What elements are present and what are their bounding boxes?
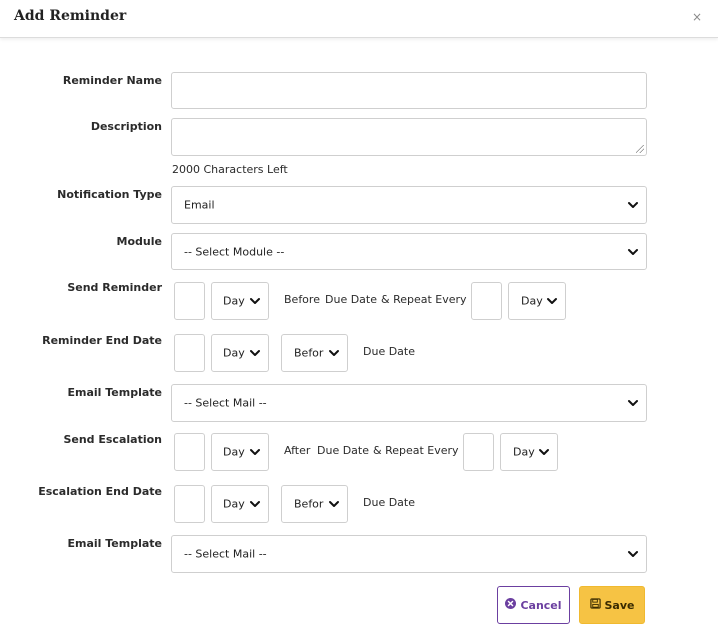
send-escalation-repeat-unit-select[interactable]: Day — [500, 433, 558, 471]
due-date-text: Due Date — [363, 496, 415, 509]
resize-grip-icon[interactable] — [636, 145, 644, 153]
escalation-email-template-value: -- Select Mail -- — [184, 547, 267, 561]
send-escalation-count-input[interactable] — [174, 433, 205, 471]
reminder-end-unit-select[interactable]: Day — [211, 334, 269, 372]
email-template-value: -- Select Mail -- — [184, 396, 267, 410]
due-date-text: Due Date — [317, 444, 369, 457]
after-text: After — [284, 444, 311, 457]
escalation-end-count-input[interactable] — [174, 485, 205, 523]
module-label: Module — [116, 235, 162, 248]
save-label: Save — [604, 598, 635, 612]
chevron-down-icon — [627, 398, 639, 408]
repeat-every-text: & Repeat Every — [381, 293, 467, 306]
escalation-end-relation-select[interactable]: Befor — [281, 485, 348, 523]
send-reminder-repeat-unit-select[interactable]: Day — [508, 282, 566, 320]
description-label: Description — [90, 120, 162, 133]
escalation-end-unit-select[interactable]: Day — [211, 485, 269, 523]
escalation-end-unit-value: Day — [223, 497, 245, 511]
escalation-end-relation-value: Befor — [294, 497, 324, 511]
send-reminder-repeat-unit-value: Day — [521, 294, 543, 308]
chevron-down-icon — [328, 499, 340, 509]
chevron-down-icon — [627, 549, 639, 559]
chars-left-text: 2000 Characters Left — [172, 163, 288, 176]
due-date-text: Due Date — [363, 345, 415, 358]
floppy-disk-icon — [589, 598, 601, 612]
description-textarea[interactable] — [171, 118, 647, 156]
send-reminder-repeat-input[interactable] — [471, 282, 502, 320]
chevron-down-icon — [249, 296, 261, 306]
chevron-down-icon — [328, 348, 340, 358]
email-template-label: Email Template — [67, 386, 162, 399]
close-icon[interactable]: × — [692, 11, 702, 23]
chevron-down-icon — [249, 447, 261, 457]
chevron-down-icon — [538, 447, 550, 457]
cancel-label: Cancel — [520, 598, 562, 612]
notification-type-label: Notification Type — [57, 188, 162, 201]
reminder-end-count-input[interactable] — [174, 334, 205, 372]
repeat-every-text: & Repeat Every — [373, 444, 459, 457]
send-escalation-unit-select[interactable]: Day — [211, 433, 269, 471]
reminder-end-unit-value: Day — [223, 346, 245, 360]
send-reminder-label: Send Reminder — [67, 281, 162, 294]
module-select[interactable]: -- Select Module -- — [171, 233, 647, 270]
chevron-down-icon — [249, 499, 261, 509]
send-reminder-count-input[interactable] — [174, 282, 205, 320]
chevron-down-icon — [546, 296, 558, 306]
due-date-text: Due Date — [325, 293, 377, 306]
email-template-select[interactable]: -- Select Mail -- — [171, 384, 647, 422]
reminder-name-label: Reminder Name — [62, 74, 162, 87]
circle-x-icon — [505, 598, 517, 612]
reminder-end-relation-value: Befor — [294, 346, 324, 360]
send-escalation-label: Send Escalation — [63, 433, 162, 446]
dialog-title: Add Reminder — [14, 8, 127, 24]
module-value: -- Select Module -- — [184, 245, 285, 258]
send-escalation-repeat-unit-value: Day — [513, 445, 535, 459]
email-template-label: Email Template — [67, 537, 162, 550]
reminder-name-input[interactable] — [171, 72, 647, 109]
notification-type-value: Email — [184, 198, 215, 212]
escalation-end-date-label: Escalation End Date — [38, 485, 162, 498]
reminder-end-date-label: Reminder End Date — [42, 334, 162, 347]
send-reminder-unit-select[interactable]: Day — [211, 282, 269, 320]
chevron-down-icon — [627, 247, 639, 257]
save-button[interactable]: Save — [579, 586, 645, 624]
reminder-end-relation-select[interactable]: Befor — [281, 334, 348, 372]
send-escalation-repeat-input[interactable] — [463, 433, 494, 471]
send-escalation-unit-value: Day — [223, 445, 245, 459]
chevron-down-icon — [249, 348, 261, 358]
send-reminder-unit-value: Day — [223, 294, 245, 308]
notification-type-select[interactable]: Email — [171, 186, 647, 224]
escalation-email-template-select[interactable]: -- Select Mail -- — [171, 535, 647, 573]
before-text: Before — [284, 293, 320, 306]
cancel-button[interactable]: Cancel — [497, 586, 570, 624]
dialog-header: Add Reminder × — [0, 0, 718, 38]
chevron-down-icon — [627, 200, 639, 210]
